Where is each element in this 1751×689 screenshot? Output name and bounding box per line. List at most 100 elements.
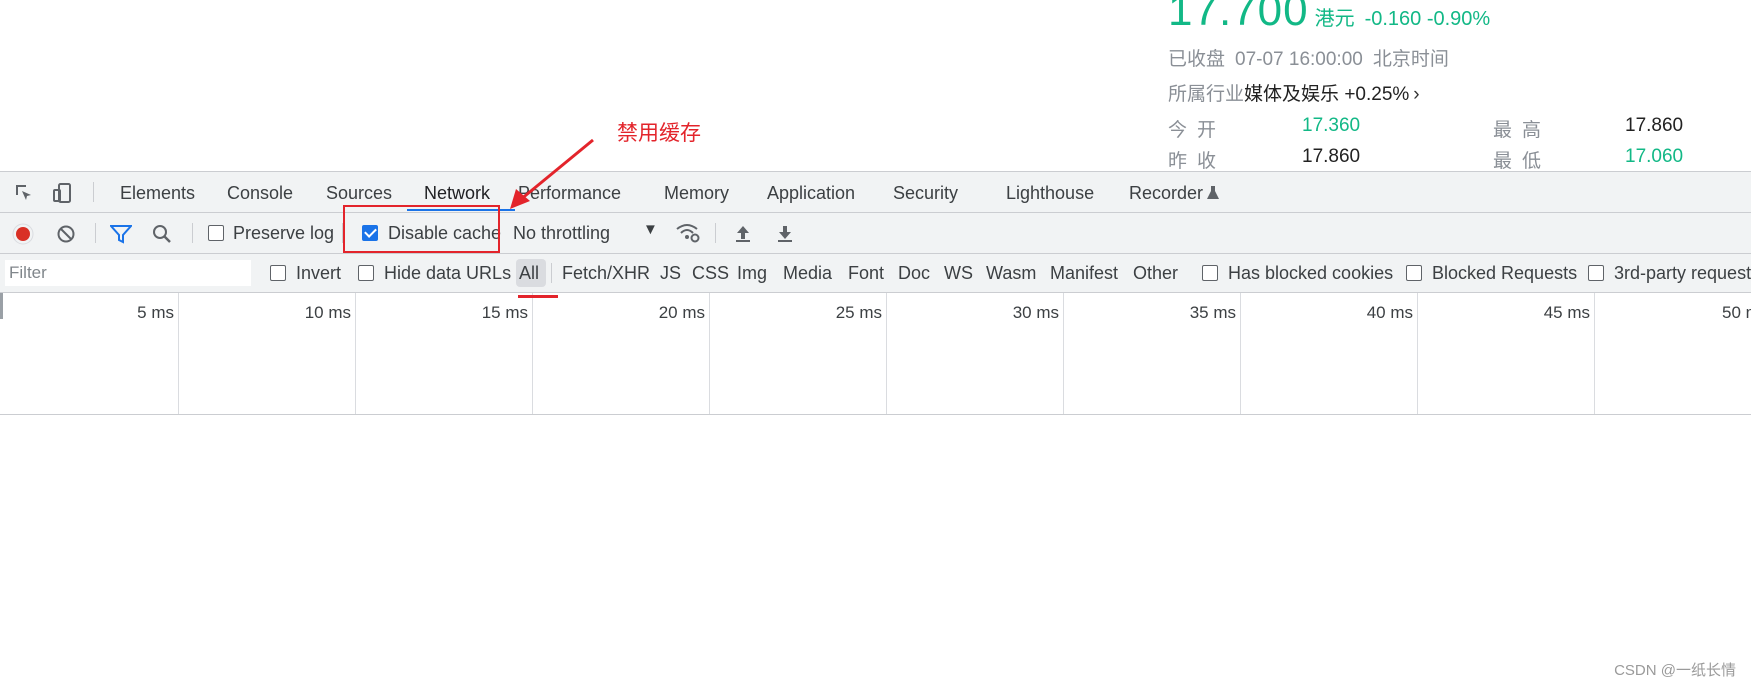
blocked-requests-checkbox[interactable] xyxy=(1406,265,1422,281)
toolbar-divider xyxy=(715,223,716,243)
inspect-element-icon[interactable] xyxy=(13,182,35,204)
tick-label: 45 ms xyxy=(1543,303,1590,322)
toolbar-divider xyxy=(192,223,193,243)
tick-label: 20 ms xyxy=(658,303,705,322)
preserve-log-label: Preserve log xyxy=(233,223,335,243)
industry-label: 所属行业 xyxy=(1168,84,1245,105)
tick-label: 5 ms xyxy=(137,303,174,322)
network-filterbar: Invert Hide data URLs All Fetch/XHR JS C… xyxy=(0,254,1751,293)
type-filter-manifest[interactable]: Manifest xyxy=(1050,263,1118,284)
timeline-tick: 15 ms xyxy=(355,293,533,414)
type-filter-ws[interactable]: WS xyxy=(944,263,973,284)
industry-change: +0.25% xyxy=(1344,84,1410,105)
tab-elements[interactable]: Elements xyxy=(120,183,195,204)
type-filter-other[interactable]: Other xyxy=(1133,263,1178,284)
quote-row-open-high: 今开 17.360 最高 17.860 xyxy=(1168,115,1728,141)
type-filter-media[interactable]: Media xyxy=(783,263,832,284)
tab-recorder[interactable]: Recorder xyxy=(1129,183,1203,204)
type-filter-all[interactable]: All xyxy=(519,263,539,284)
tick-label: 40 ms xyxy=(1366,303,1413,322)
has-blocked-cookies-checkbox[interactable] xyxy=(1202,265,1218,281)
tick-label: 35 ms xyxy=(1189,303,1236,322)
tick-label: 15 ms xyxy=(481,303,528,322)
search-icon[interactable] xyxy=(152,224,172,244)
type-filter-img[interactable]: Img xyxy=(737,263,767,284)
timeline-tick: 45 ms xyxy=(1417,293,1595,414)
quote-value-high: 17.860 xyxy=(1625,115,1684,136)
tab-application[interactable]: Application xyxy=(767,183,855,204)
industry-link[interactable]: 所属行业媒体及娱乐 +0.25% › xyxy=(1168,79,1420,106)
clear-icon[interactable] xyxy=(56,224,76,244)
requests-table-area xyxy=(0,415,1751,689)
tick-label: 25 ms xyxy=(835,303,882,322)
tabbar-divider xyxy=(93,182,94,202)
tab-sources[interactable]: Sources xyxy=(326,183,392,204)
tab-console[interactable]: Console xyxy=(227,183,293,204)
export-har-icon[interactable] xyxy=(775,224,795,244)
annotation-arrow-icon xyxy=(510,138,594,209)
quote-label-low: 最低 xyxy=(1493,151,1552,172)
type-filter-js[interactable]: JS xyxy=(660,263,681,284)
tab-security[interactable]: Security xyxy=(893,183,958,204)
quote-row-prev-low: 昨收 17.860 最低 17.060 xyxy=(1168,146,1728,172)
flask-icon xyxy=(1207,186,1219,199)
quote-label-high: 最高 xyxy=(1493,120,1552,141)
devtools-panel: Elements Console Sources Network Perform… xyxy=(0,171,1751,689)
tab-lighthouse[interactable]: Lighthouse xyxy=(1006,183,1094,204)
tab-network[interactable]: Network xyxy=(424,183,490,204)
type-filter-font[interactable]: Font xyxy=(848,263,884,284)
watermark: CSDN @一纸长情 xyxy=(1614,662,1736,679)
stock-change: -0.160 -0.90% xyxy=(1364,8,1491,30)
filterbar-divider xyxy=(551,263,552,283)
quote-label-prev-close: 昨收 xyxy=(1168,151,1227,172)
annotation-label: 禁用缓存 xyxy=(617,122,701,145)
timeline-tick: 30 ms xyxy=(886,293,1064,414)
network-conditions-icon[interactable] xyxy=(675,222,701,244)
quote-value-low: 17.060 xyxy=(1625,146,1684,167)
price-row: 17.700 港元 -0.160 -0.90% xyxy=(1168,0,1490,36)
dropdown-arrow-icon[interactable]: ▼ xyxy=(643,221,658,238)
network-toolbar: Preserve log Disable cache No throttling… xyxy=(0,213,1751,254)
hide-data-urls-label: Hide data URLs xyxy=(384,263,512,283)
market-status-row: 已收盘 07-07 16:00:00 北京时间 xyxy=(1168,44,1459,71)
import-har-icon[interactable] xyxy=(733,224,753,244)
stock-quote-panel: 17.700 港元 -0.160 -0.90% 已收盘 07-07 16:00:00 北… xyxy=(1168,0,1751,172)
timeline-tick: 10 ms xyxy=(178,293,356,414)
quote-value-prev-close: 17.860 xyxy=(1302,146,1361,167)
type-filter-css[interactable]: CSS xyxy=(692,263,729,284)
type-filter-doc[interactable]: Doc xyxy=(898,263,930,284)
tick-label: 50 ms xyxy=(1722,303,1751,322)
timeline-tick: 25 ms xyxy=(709,293,887,414)
annotation-underline xyxy=(518,295,558,298)
market-timezone: 北京时间 xyxy=(1372,49,1449,70)
hide-data-urls-checkbox[interactable] xyxy=(358,265,374,281)
timeline-tick: 40 ms xyxy=(1240,293,1418,414)
quote-value-open: 17.360 xyxy=(1302,115,1361,136)
record-icon[interactable] xyxy=(12,223,34,245)
device-toolbar-icon[interactable] xyxy=(52,182,74,204)
has-blocked-cookies-label: Has blocked cookies xyxy=(1228,263,1394,283)
timeline-tick: 35 ms xyxy=(1063,293,1241,414)
tab-memory[interactable]: Memory xyxy=(664,183,729,204)
third-party-requests-checkbox[interactable] xyxy=(1588,265,1604,281)
invert-checkbox[interactable] xyxy=(270,265,286,281)
invert-label: Invert xyxy=(296,263,342,283)
stock-price: 17.700 xyxy=(1168,0,1309,35)
third-party-requests-label: 3rd-party requests xyxy=(1614,263,1751,283)
devtools-tabbar: Elements Console Sources Network Perform… xyxy=(0,172,1751,213)
tick-label: 30 ms xyxy=(1012,303,1059,322)
filter-input[interactable] xyxy=(5,260,251,286)
preserve-log-checkbox[interactable] xyxy=(208,225,224,241)
chevron-right-icon: › xyxy=(1413,84,1420,105)
timeline-tick: 20 ms xyxy=(532,293,710,414)
annotation-highlight-box xyxy=(343,205,500,253)
filter-icon[interactable] xyxy=(110,224,132,244)
type-filter-fetch-xhr[interactable]: Fetch/XHR xyxy=(562,263,650,284)
throttling-select[interactable]: No throttling xyxy=(513,223,610,244)
toolbar-divider xyxy=(95,223,96,243)
type-filter-wasm[interactable]: Wasm xyxy=(986,263,1036,284)
network-overview-timeline[interactable]: 5 ms 10 ms 15 ms 20 ms 25 ms 30 ms 35 ms… xyxy=(0,293,1751,415)
tick-label: 10 ms xyxy=(304,303,351,322)
timeline-tick: 5 ms xyxy=(0,293,179,414)
market-status: 已收盘 xyxy=(1168,49,1226,70)
